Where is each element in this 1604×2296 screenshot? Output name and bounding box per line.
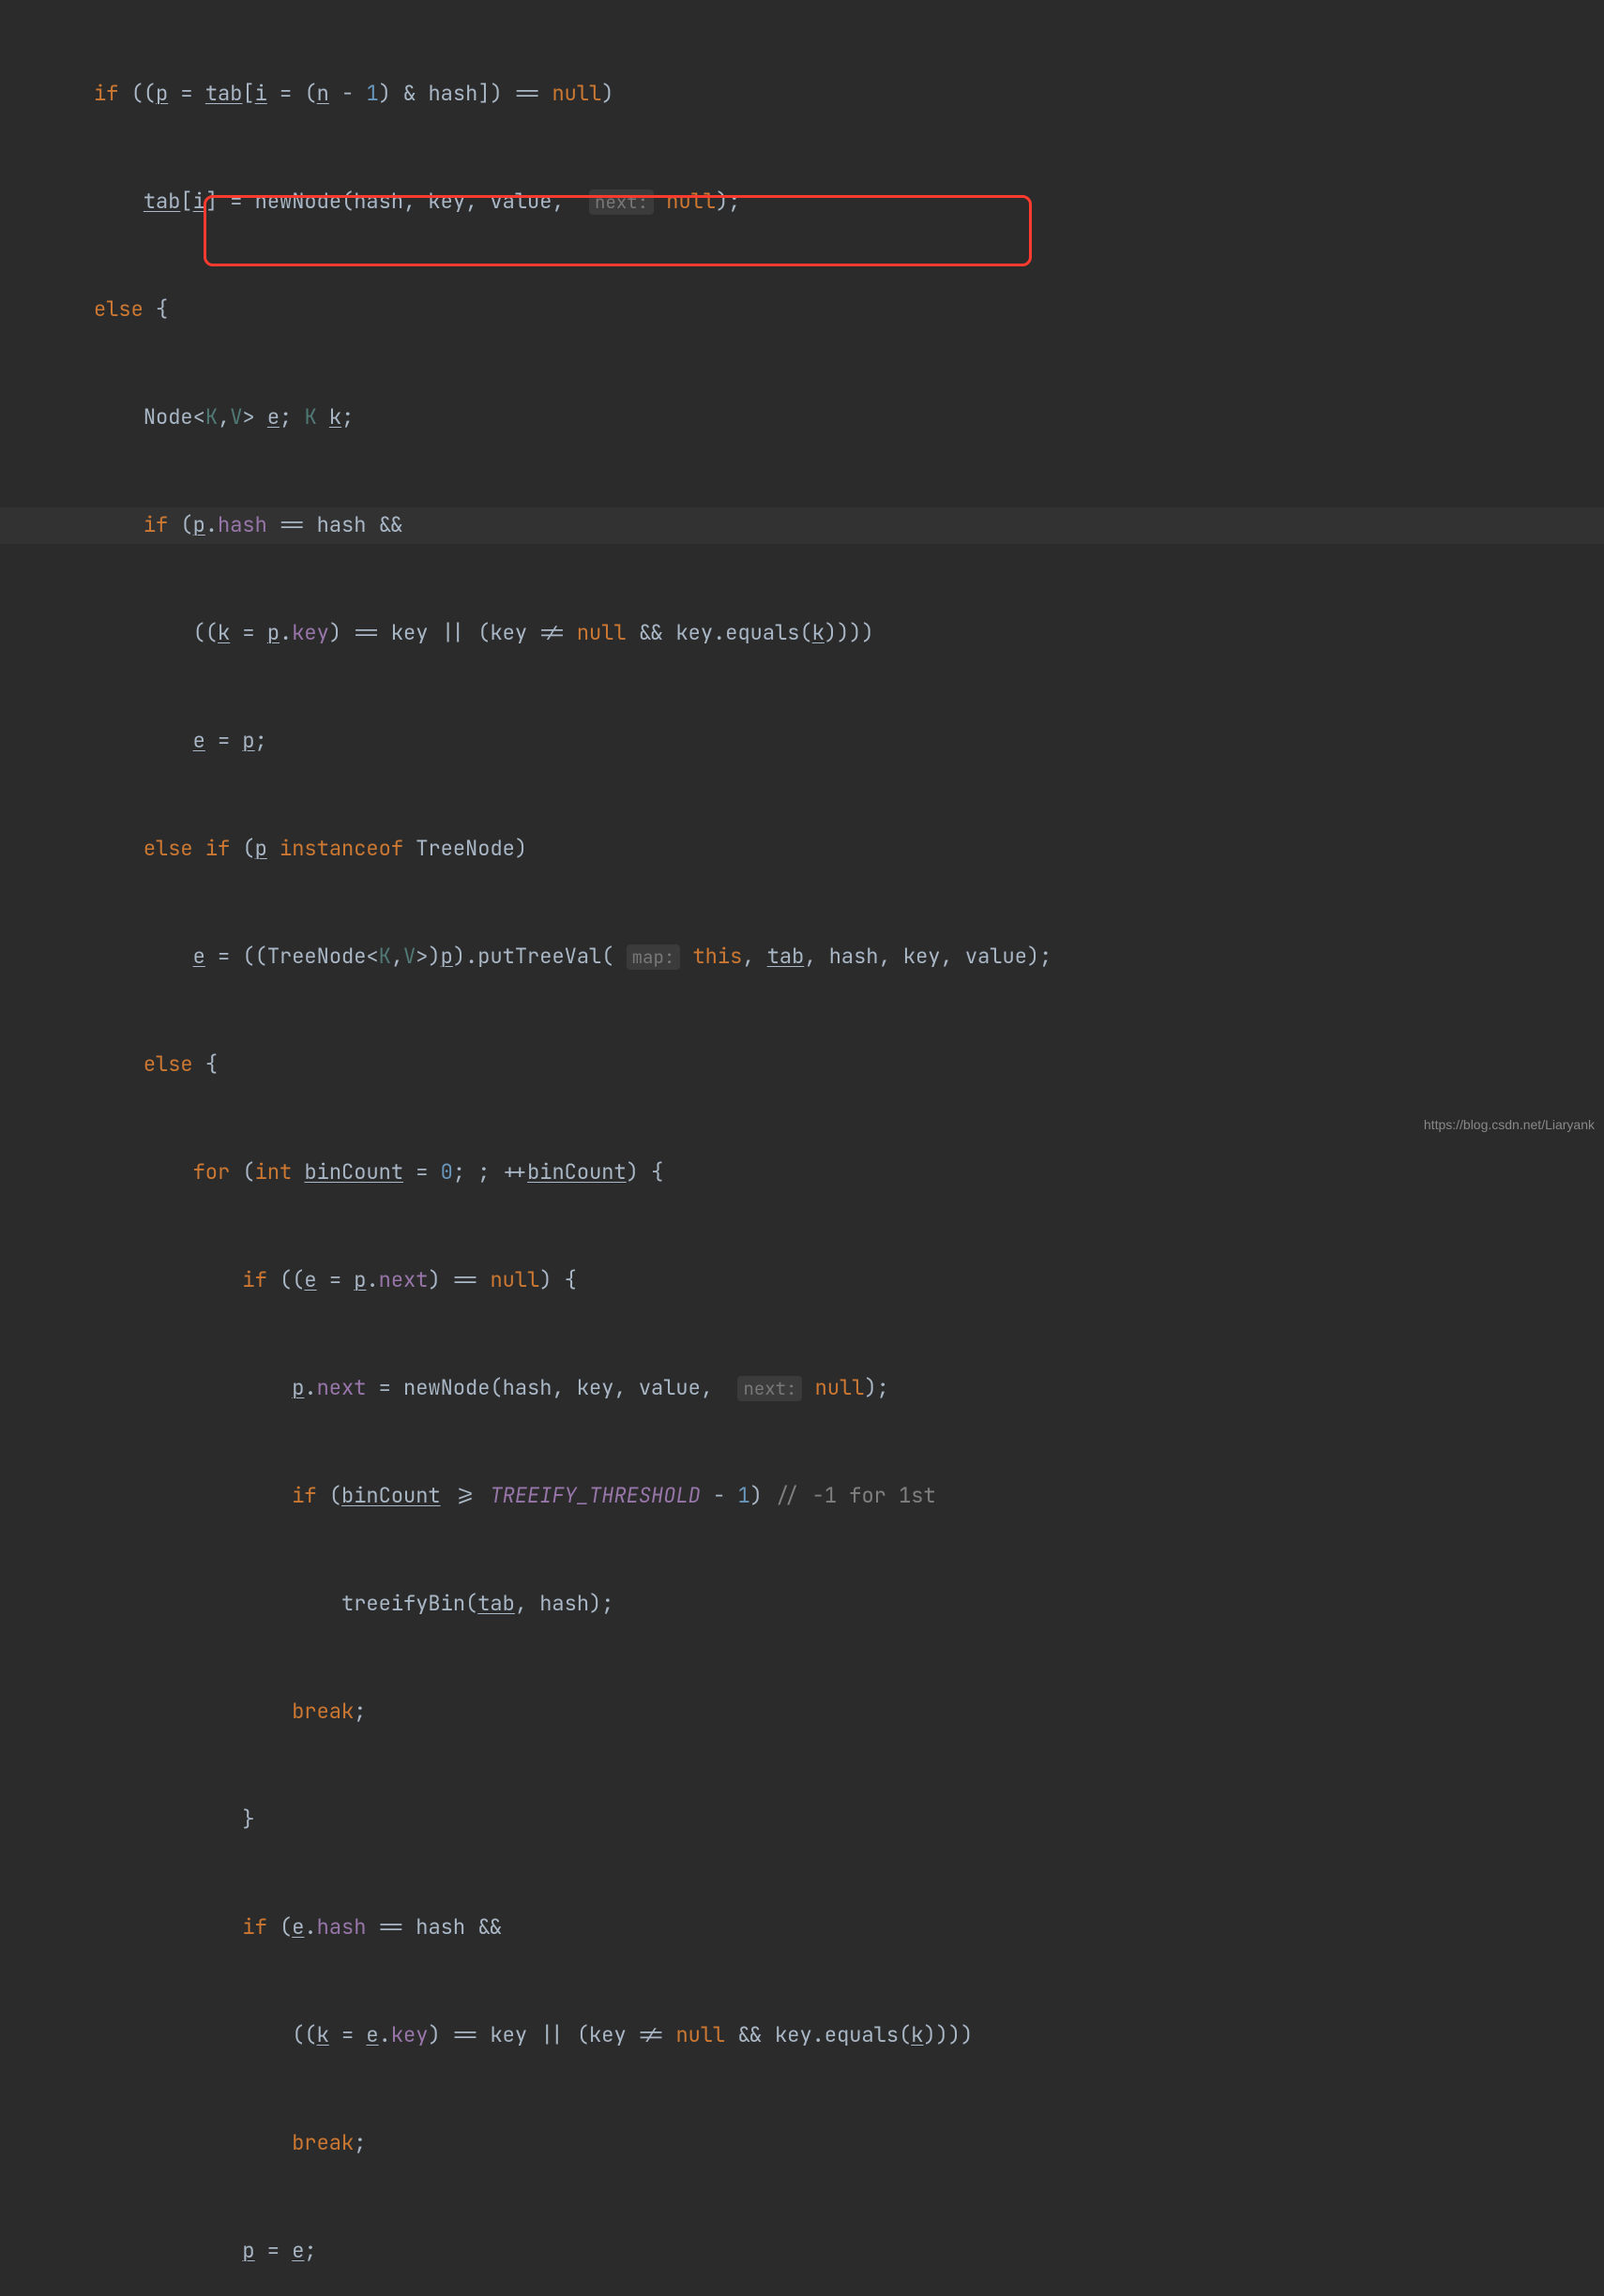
code-line: p.next = newNode(hash, key, value, next:… [0, 1370, 1604, 1407]
code-line: else { [0, 1047, 1604, 1083]
code-line: p = e; [0, 2233, 1604, 2270]
code-line: } [0, 1802, 1604, 1838]
code-line: break; [0, 1694, 1604, 1730]
watermark: https://blog.csdn.net/Liaryank [1424, 1107, 1595, 1142]
var-tab: tab [205, 80, 243, 107]
code-line: if (e.hash == hash && [0, 1910, 1604, 1946]
code-line: treeifyBin(tab, hash); [0, 1586, 1604, 1623]
code-line: for (int binCount = 0; ; ++binCount) { [0, 1155, 1604, 1191]
code-line: ((k = e.key) == key || (key != null && k… [0, 2017, 1604, 2054]
keyword-if: if [94, 80, 118, 107]
code-line: e = ((TreeNode<K,V>)p).putTreeVal( map: … [0, 939, 1604, 975]
comment: // -1 for 1st [775, 1482, 936, 1509]
var-p: p [156, 80, 168, 107]
code-line: Node<K,V> e; K k; [0, 400, 1604, 436]
code-line: if ((p = tab[i = (n - 1) & hash]) == nul… [0, 76, 1604, 113]
code-line: ((k = p.key) == key || (key != null && k… [0, 615, 1604, 652]
code-line: else { [0, 292, 1604, 328]
code-line: if ((e = p.next) == null) { [0, 1262, 1604, 1299]
param-hint-next: next: [589, 189, 654, 215]
code-line: e = p; [0, 723, 1604, 760]
code-line: else if (p instanceof TreeNode) [0, 831, 1604, 868]
code-line: break; [0, 2125, 1604, 2162]
code-editor[interactable]: if ((p = tab[i = (n - 1) & hash]) == nul… [0, 0, 1604, 2296]
code-line: if (binCount >= TREEIFY_THRESHOLD - 1) /… [0, 1478, 1604, 1515]
code-line: if (p.hash == hash && [0, 507, 1604, 544]
code-line: tab[i] = newNode(hash, key, value, next:… [0, 184, 1604, 220]
param-hint-map: map: [627, 944, 681, 970]
param-hint-next: next: [737, 1376, 802, 1401]
